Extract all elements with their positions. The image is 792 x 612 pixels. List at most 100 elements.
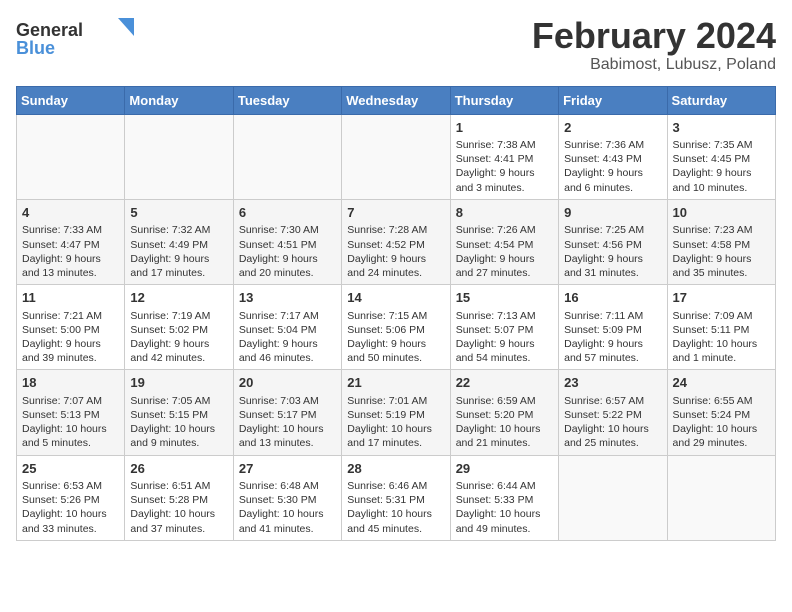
calendar-cell: 19 Sunrise: 7:05 AM Sunset: 5:15 PM Dayli… [125, 370, 233, 455]
day-text: Sunrise: 7:25 AM Sunset: 4:56 PM Dayligh… [564, 223, 661, 280]
calendar-week-4: 25Sunrise: 6:53 AM Sunset: 5:26 PM Dayli… [17, 455, 776, 540]
day-text: Sunrise: 6:51 AM Sunset: 5:28 PM Dayligh… [130, 479, 227, 536]
day-text: Sunrise: 7:03 AM Sunset: 5:17 PM Dayligh… [239, 394, 336, 451]
day-number: 4 [22, 204, 119, 222]
calendar-cell: 12Sunrise: 7:19 AM Sunset: 5:02 PM Dayli… [125, 285, 233, 370]
day-number: 7 [347, 204, 444, 222]
title-block: February 2024 Babimost, Lubusz, Poland [532, 16, 776, 74]
calendar-cell [667, 455, 775, 540]
calendar-cell [17, 114, 125, 199]
day-number: 26 [130, 460, 227, 478]
calendar-cell: 7Sunrise: 7:28 AM Sunset: 4:52 PM Daylig… [342, 199, 450, 284]
calendar-week-1: 4Sunrise: 7:33 AM Sunset: 4:47 PM Daylig… [17, 199, 776, 284]
calendar-cell: 4Sunrise: 7:33 AM Sunset: 4:47 PM Daylig… [17, 199, 125, 284]
calendar-cell: 3Sunrise: 7:35 AM Sunset: 4:45 PM Daylig… [667, 114, 775, 199]
day-number: 16 [564, 289, 661, 307]
calendar-cell: 23 Sunrise: 6:57 AM Sunset: 5:22 PM Dayli… [559, 370, 667, 455]
day-number: 10 [673, 204, 770, 222]
header-tuesday: Tuesday [233, 86, 341, 114]
calendar-cell: 18 Sunrise: 7:07 AM Sunset: 5:13 PM Dayli… [17, 370, 125, 455]
day-text: Sunrise: 7:01 AM Sunset: 5:19 PM Dayligh… [347, 394, 444, 451]
day-text: Sunrise: 7:21 AM Sunset: 5:00 PM Dayligh… [22, 309, 119, 366]
calendar-cell: 25Sunrise: 6:53 AM Sunset: 5:26 PM Dayli… [17, 455, 125, 540]
header-row: Sunday Monday Tuesday Wednesday Thursday… [17, 86, 776, 114]
day-number: 17 [673, 289, 770, 307]
day-number: 8 [456, 204, 553, 222]
day-number: 9 [564, 204, 661, 222]
day-text: Sunrise: 6:53 AM Sunset: 5:26 PM Dayligh… [22, 479, 119, 536]
calendar-cell: 5Sunrise: 7:32 AM Sunset: 4:49 PM Daylig… [125, 199, 233, 284]
day-text: Sunrise: 7:30 AM Sunset: 4:51 PM Dayligh… [239, 223, 336, 280]
day-number: 15 [456, 289, 553, 307]
day-text: Sunrise: 7:28 AM Sunset: 4:52 PM Dayligh… [347, 223, 444, 280]
day-number: 3 [673, 119, 770, 137]
calendar-cell: 20 Sunrise: 7:03 AM Sunset: 5:17 PM Dayli… [233, 370, 341, 455]
calendar-cell: 11Sunrise: 7:21 AM Sunset: 5:00 PM Dayli… [17, 285, 125, 370]
calendar-cell: 10Sunrise: 7:23 AM Sunset: 4:58 PM Dayli… [667, 199, 775, 284]
header-sunday: Sunday [17, 86, 125, 114]
calendar-cell [233, 114, 341, 199]
calendar-cell: 8Sunrise: 7:26 AM Sunset: 4:54 PM Daylig… [450, 199, 558, 284]
day-text: Sunrise: 7:33 AM Sunset: 4:47 PM Dayligh… [22, 223, 119, 280]
day-number: 28 [347, 460, 444, 478]
calendar-cell: 16 Sunrise: 7:11 AM Sunset: 5:09 PM Dayli… [559, 285, 667, 370]
calendar-header: Sunday Monday Tuesday Wednesday Thursday… [17, 86, 776, 114]
page-header: General Blue February 2024 Babimost, Lub… [16, 16, 776, 74]
day-text: Sunrise: 6:48 AM Sunset: 5:30 PM Dayligh… [239, 479, 336, 536]
calendar-cell: 15Sunrise: 7:13 AM Sunset: 5:07 PM Dayli… [450, 285, 558, 370]
calendar-cell: 26Sunrise: 6:51 AM Sunset: 5:28 PM Dayli… [125, 455, 233, 540]
calendar-cell: 27Sunrise: 6:48 AM Sunset: 5:30 PM Dayli… [233, 455, 341, 540]
day-text: Sunrise: 6:44 AM Sunset: 5:33 PM Dayligh… [456, 479, 553, 536]
calendar-table: Sunday Monday Tuesday Wednesday Thursday… [16, 86, 776, 541]
header-friday: Friday [559, 86, 667, 114]
day-number: 24 [673, 374, 770, 392]
day-number: 27 [239, 460, 336, 478]
day-number: 29 [456, 460, 553, 478]
day-text: Sunrise: 7:05 AM Sunset: 5:15 PM Dayligh… [130, 394, 227, 451]
day-number: 23 [564, 374, 661, 392]
day-number: 21 [347, 374, 444, 392]
day-number: 5 [130, 204, 227, 222]
day-text: Sunrise: 7:23 AM Sunset: 4:58 PM Dayligh… [673, 223, 770, 280]
calendar-cell: 6Sunrise: 7:30 AM Sunset: 4:51 PM Daylig… [233, 199, 341, 284]
calendar-cell: 2Sunrise: 7:36 AM Sunset: 4:43 PM Daylig… [559, 114, 667, 199]
day-number: 20 [239, 374, 336, 392]
calendar-cell: 13Sunrise: 7:17 AM Sunset: 5:04 PM Dayli… [233, 285, 341, 370]
day-text: Sunrise: 7:11 AM Sunset: 5:09 PM Dayligh… [564, 309, 661, 366]
day-text: Sunrise: 6:46 AM Sunset: 5:31 PM Dayligh… [347, 479, 444, 536]
day-text: Sunrise: 7:09 AM Sunset: 5:11 PM Dayligh… [673, 309, 770, 366]
header-thursday: Thursday [450, 86, 558, 114]
calendar-cell [125, 114, 233, 199]
day-number: 13 [239, 289, 336, 307]
header-saturday: Saturday [667, 86, 775, 114]
day-text: Sunrise: 7:26 AM Sunset: 4:54 PM Dayligh… [456, 223, 553, 280]
calendar-body: 1Sunrise: 7:38 AM Sunset: 4:41 PM Daylig… [17, 114, 776, 540]
calendar-week-2: 11Sunrise: 7:21 AM Sunset: 5:00 PM Dayli… [17, 285, 776, 370]
calendar-week-3: 18 Sunrise: 7:07 AM Sunset: 5:13 PM Dayli… [17, 370, 776, 455]
calendar-cell: 28Sunrise: 6:46 AM Sunset: 5:31 PM Dayli… [342, 455, 450, 540]
calendar-week-0: 1Sunrise: 7:38 AM Sunset: 4:41 PM Daylig… [17, 114, 776, 199]
day-number: 1 [456, 119, 553, 137]
calendar-cell: 29Sunrise: 6:44 AM Sunset: 5:33 PM Dayli… [450, 455, 558, 540]
day-number: 18 [22, 374, 119, 392]
day-number: 25 [22, 460, 119, 478]
day-number: 19 [130, 374, 227, 392]
calendar-cell: 17 Sunrise: 7:09 AM Sunset: 5:11 PM Dayli… [667, 285, 775, 370]
calendar-subtitle: Babimost, Lubusz, Poland [532, 56, 776, 74]
day-text: Sunrise: 7:07 AM Sunset: 5:13 PM Dayligh… [22, 394, 119, 451]
day-number: 14 [347, 289, 444, 307]
calendar-cell: 1Sunrise: 7:38 AM Sunset: 4:41 PM Daylig… [450, 114, 558, 199]
logo-svg: General Blue [16, 16, 136, 60]
day-text: Sunrise: 6:57 AM Sunset: 5:22 PM Dayligh… [564, 394, 661, 451]
calendar-cell [559, 455, 667, 540]
calendar-cell [342, 114, 450, 199]
calendar-cell: 9Sunrise: 7:25 AM Sunset: 4:56 PM Daylig… [559, 199, 667, 284]
svg-text:General: General [16, 20, 83, 40]
header-wednesday: Wednesday [342, 86, 450, 114]
day-number: 6 [239, 204, 336, 222]
day-text: Sunrise: 7:19 AM Sunset: 5:02 PM Dayligh… [130, 309, 227, 366]
svg-text:Blue: Blue [16, 38, 55, 58]
calendar-cell: 14Sunrise: 7:15 AM Sunset: 5:06 PM Dayli… [342, 285, 450, 370]
day-text: Sunrise: 6:59 AM Sunset: 5:20 PM Dayligh… [456, 394, 553, 451]
calendar-cell: 22Sunrise: 6:59 AM Sunset: 5:20 PM Dayli… [450, 370, 558, 455]
